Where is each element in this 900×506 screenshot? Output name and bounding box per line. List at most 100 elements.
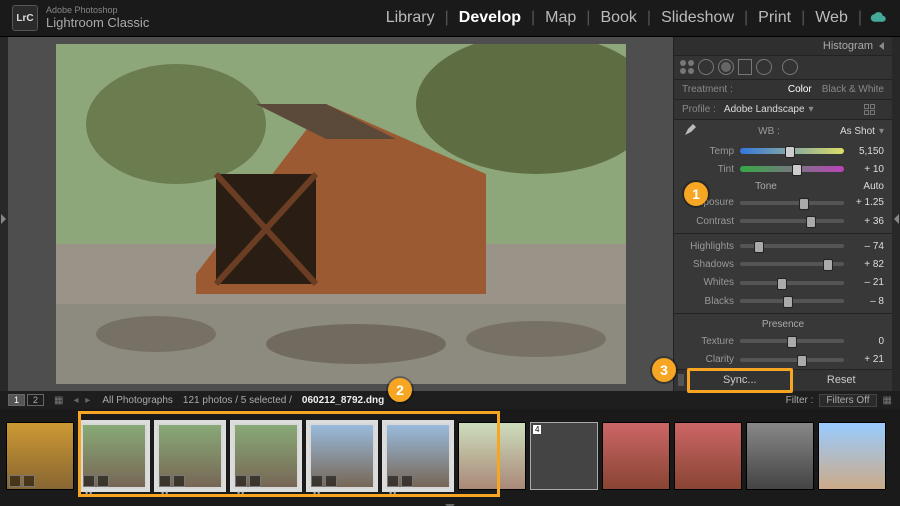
preview-image [56,44,626,384]
tone-auto[interactable]: Auto [850,181,884,192]
treatment-label: Treatment : [682,84,733,95]
thumb-7[interactable]: 4 [530,422,598,490]
profile-label: Profile : [682,104,716,115]
callout-2: 2 [388,378,412,402]
contrast-slider[interactable] [740,219,844,223]
contrast-value[interactable]: + 36 [850,216,884,227]
app-header: LrC Adobe Photoshop Lightroom Classic Li… [0,0,900,37]
contrast-label: Contrast [682,216,734,227]
thumb-5[interactable]: •• [382,420,454,492]
temp-value[interactable]: 5,150 [850,146,884,157]
treatment-color[interactable]: Color [788,84,812,95]
app-logo: LrC [12,5,38,31]
blacks-label: Blacks [682,296,734,307]
thumb-6[interactable] [458,422,526,490]
filter-dropdown[interactable]: Filters Off [819,394,876,407]
reset-button[interactable]: Reset [791,370,893,391]
photo-count: 121 photos / 5 selected / [183,395,292,406]
thumb-11[interactable] [818,422,886,490]
expand-left-icon [1,214,6,224]
tint-slider[interactable] [740,166,844,172]
exposure-value[interactable]: + 1.25 [850,197,884,208]
histogram-header[interactable]: Histogram [674,37,892,56]
brush-tool-icon[interactable] [782,59,798,75]
thumb-3[interactable]: •• [230,420,302,492]
collapse-icon [879,42,884,50]
texture-label: Texture [682,336,734,347]
sync-switch-icon[interactable] [674,370,689,391]
cloud-sync-icon[interactable] [870,12,888,24]
highlights-value[interactable]: – 74 [850,241,884,252]
app-branding: Adobe Photoshop Lightroom Classic [46,6,149,30]
treatment-bw[interactable]: Black & White [822,84,884,95]
blacks-slider[interactable] [740,299,844,303]
thumb-0[interactable] [6,422,74,490]
highlights-slider[interactable] [740,244,844,248]
clarity-value[interactable]: + 21 [850,354,884,365]
brand-large: Lightroom Classic [46,16,149,30]
texture-slider[interactable] [740,339,844,343]
develop-panel: Histogram Treatment : Color Black & Whit… [673,37,892,391]
thumb-2[interactable]: •• [154,420,226,492]
module-print[interactable]: Print [748,9,801,27]
presence-label: Presence [674,317,892,332]
thumb-10[interactable] [746,422,814,490]
highlights-label: Highlights [682,241,734,252]
thumb-8[interactable] [602,422,670,490]
left-panel-collapsed[interactable] [0,37,8,391]
module-web[interactable]: Web [805,9,858,27]
whites-slider[interactable] [740,281,844,285]
eyedropper-icon[interactable] [682,123,698,139]
module-map[interactable]: Map [535,9,586,27]
image-canvas[interactable] [8,37,673,391]
filmstrip[interactable]: •• •• •• •• •• 4 [0,409,900,503]
shadows-value[interactable]: + 82 [850,259,884,270]
current-file: 060212_8792.dng [302,395,384,406]
callout-3: 3 [652,358,676,382]
thumb-4[interactable]: •• [306,420,378,492]
exposure-slider[interactable] [740,201,844,205]
texture-value[interactable]: 0 [850,336,884,347]
clarity-label: Clarity [682,354,734,365]
right-edge[interactable] [892,37,900,391]
crop-tool-icon[interactable] [680,60,694,74]
sync-button[interactable]: Sync... [689,370,791,391]
grid-view-icon[interactable]: ▦ [54,395,63,406]
thumb-9[interactable] [674,422,742,490]
tint-value[interactable]: + 10 [850,164,884,175]
temp-slider[interactable] [740,148,844,154]
profile-row[interactable]: Profile : Adobe Landscape ▾ [674,100,892,120]
stack-count: 4 [533,425,541,434]
gradient-tool-icon[interactable] [738,59,752,75]
display-1[interactable]: 1 [8,394,25,406]
whites-value[interactable]: – 21 [850,277,884,288]
spot-tool-icon[interactable] [698,59,714,75]
redeye-tool-icon[interactable] [718,59,734,75]
thumb-1[interactable]: •• [78,420,150,492]
radial-tool-icon[interactable] [756,59,772,75]
panel-buttons: Sync... Reset [674,369,892,391]
filmstrip-toolbar: 1 2 ▦ ◂ ▸ All Photographs 121 photos / 5… [0,391,900,409]
sync-button-label: Sync... [723,374,757,386]
module-develop[interactable]: Develop [449,9,531,27]
module-slideshow[interactable]: Slideshow [651,9,744,27]
tool-strip [674,56,892,80]
shadows-label: Shadows [682,259,734,270]
module-book[interactable]: Book [590,9,646,27]
wb-value[interactable]: As Shot [840,126,875,137]
display-2[interactable]: 2 [27,394,44,406]
clarity-slider[interactable] [740,358,844,362]
module-library[interactable]: Library [376,9,445,27]
secondary-display: 1 2 [8,394,44,406]
temp-label: Temp [682,146,734,157]
tint-label: Tint [682,164,734,175]
profile-browser-icon[interactable] [864,104,884,115]
filter-lock-icon[interactable]: ▦ [883,395,892,406]
blacks-value[interactable]: – 8 [850,296,884,307]
shadows-slider[interactable] [740,262,844,266]
filter-label: Filter : [786,395,814,406]
temp-row: Temp 5,150 [674,142,892,160]
histogram-label: Histogram [823,40,873,52]
collection-name[interactable]: All Photographs [102,395,173,406]
nav-arrows[interactable]: ◂ ▸ [73,395,92,406]
